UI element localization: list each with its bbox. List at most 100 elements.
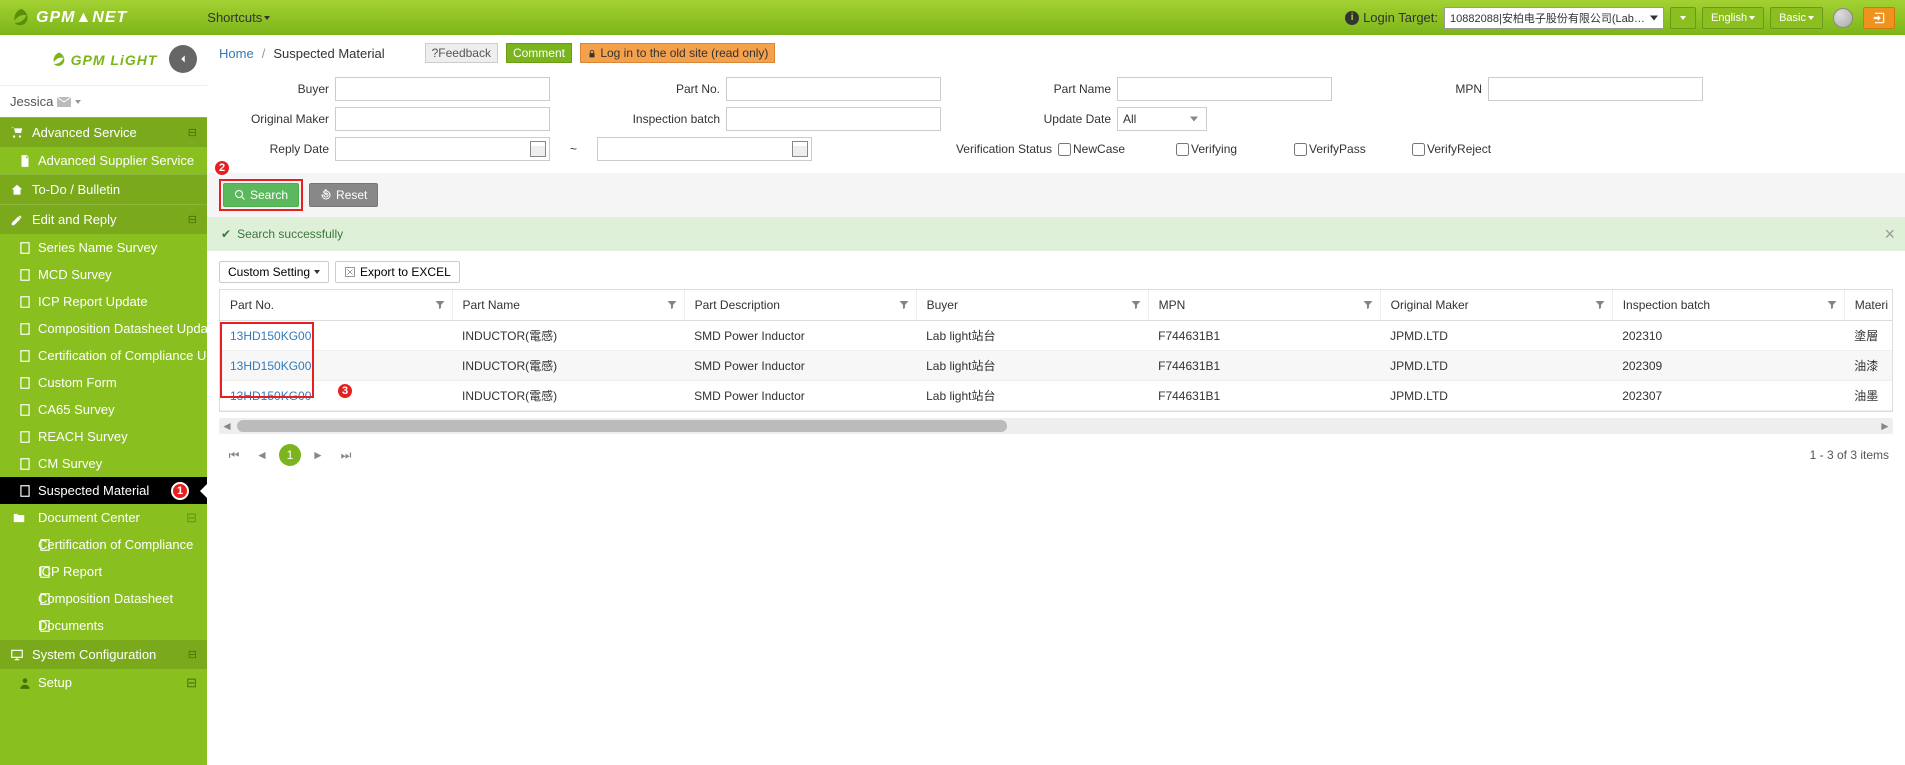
update-date-select[interactable]: All xyxy=(1117,107,1207,131)
sidebar-item-custom-form[interactable]: Custom Form xyxy=(0,369,207,396)
sidebar-section-advanced-service[interactable]: Advanced Service ⊟ xyxy=(0,117,207,147)
search-button[interactable]: Search xyxy=(223,183,299,207)
cell-original-maker: JPMD.LTD xyxy=(1380,381,1612,411)
col-buyer[interactable]: Buyer xyxy=(916,290,1148,321)
pager-next[interactable]: ► xyxy=(307,444,329,466)
target-confirm-button[interactable] xyxy=(1670,7,1696,29)
cell-part-name: INDUCTOR(電感) xyxy=(452,351,684,381)
sidebar-item-icp-update[interactable]: ICP Report Update xyxy=(0,288,207,315)
reply-date-from[interactable] xyxy=(335,137,550,161)
check-verifypass[interactable]: VerifyPass xyxy=(1294,142,1404,156)
sidebar-item-composition-datasheet[interactable]: Composition Datasheet xyxy=(0,585,207,612)
part-no-link[interactable]: 13HD150KG00 xyxy=(230,359,311,373)
part-no-link[interactable]: 13HD150KG00 xyxy=(230,389,311,403)
reply-date-to[interactable] xyxy=(597,137,812,161)
col-part-name[interactable]: Part Name xyxy=(452,290,684,321)
sidebar-section-todo[interactable]: To-Do / Bulletin xyxy=(0,174,207,204)
verification-status-checks: NewCase Verifying VerifyPass VerifyRejec… xyxy=(1058,142,1522,156)
col-mpn[interactable]: MPN xyxy=(1148,290,1380,321)
sidebar-item-ca65[interactable]: CA65 Survey xyxy=(0,396,207,423)
col-inspection-batch[interactable]: Inspection batch xyxy=(1612,290,1844,321)
sidebar-item-icp-report[interactable]: ICP Report xyxy=(0,558,207,585)
sidebar-item-composition-update[interactable]: Composition Datasheet Update xyxy=(0,315,207,342)
pager-first[interactable]: ⏮ xyxy=(223,444,245,466)
col-original-maker[interactable]: Original Maker xyxy=(1380,290,1612,321)
arrow-left-icon xyxy=(176,52,190,66)
part-no-input[interactable] xyxy=(726,77,941,101)
document-icon xyxy=(18,457,32,471)
breadcrumb: Home / Suspected Material ?Feedback Comm… xyxy=(207,35,1905,71)
sidebar-item-series-name[interactable]: Series Name Survey xyxy=(0,234,207,261)
theme-select[interactable]: Basic xyxy=(1770,7,1823,29)
part-name-input[interactable] xyxy=(1117,77,1332,101)
edit-icon xyxy=(10,213,24,227)
original-maker-input[interactable] xyxy=(335,107,550,131)
user-area[interactable]: Jessica xyxy=(0,85,207,117)
filter-icon[interactable] xyxy=(1362,299,1374,311)
sidebar-item-cm[interactable]: CM Survey xyxy=(0,450,207,477)
col-material[interactable]: Materi xyxy=(1844,290,1892,321)
close-icon[interactable]: × xyxy=(1884,224,1895,245)
filter-icon[interactable] xyxy=(1826,299,1838,311)
sidebar-section-system-config[interactable]: System Configuration ⊟ xyxy=(0,639,207,669)
check-newcase[interactable]: NewCase xyxy=(1058,142,1168,156)
custom-setting-button[interactable]: Custom Setting xyxy=(219,261,329,283)
filter-icon[interactable] xyxy=(434,299,446,311)
check-verifying[interactable]: Verifying xyxy=(1176,142,1286,156)
part-no-link[interactable]: 13HD150KG00 xyxy=(230,329,311,343)
inspection-batch-input[interactable] xyxy=(726,107,941,131)
old-site-button[interactable]: Log in to the old site (read only) xyxy=(580,43,775,63)
sidebar-item-documents[interactable]: Documents xyxy=(0,612,207,639)
collapse-icon: ⊟ xyxy=(188,126,197,139)
mpn-input[interactable] xyxy=(1488,77,1703,101)
logout-button[interactable] xyxy=(1863,7,1895,29)
sidebar-item-suspected-material[interactable]: Suspected Material 1 xyxy=(0,477,207,504)
pager-prev[interactable]: ◄ xyxy=(251,444,273,466)
cell-material: 油漆 xyxy=(1844,351,1892,381)
export-excel-button[interactable]: Export to EXCEL xyxy=(335,261,460,283)
pager-last[interactable]: ⏭ xyxy=(335,444,357,466)
shortcuts-dropdown[interactable]: Shortcuts xyxy=(207,10,270,25)
feedback-button[interactable]: ?Feedback xyxy=(425,43,498,63)
scroll-left-icon[interactable]: ◄ xyxy=(219,418,235,434)
filter-icon[interactable] xyxy=(1594,299,1606,311)
sidebar-item-mcd[interactable]: MCD Survey xyxy=(0,261,207,288)
sidebar-item-setup[interactable]: Setup ⊟ xyxy=(0,669,207,696)
sidebar-item-advanced-supplier[interactable]: Advanced Supplier Service xyxy=(0,147,207,174)
filter-icon[interactable] xyxy=(898,299,910,311)
sidebar-section-edit-reply[interactable]: Edit and Reply ⊟ xyxy=(0,204,207,234)
sidebar-item-cert-compliance-update[interactable]: Certification of Compliance Update xyxy=(0,342,207,369)
breadcrumb-home[interactable]: Home xyxy=(219,46,254,61)
col-part-description[interactable]: Part Description xyxy=(684,290,916,321)
sidebar-item-reach[interactable]: REACH Survey xyxy=(0,423,207,450)
scrollbar-thumb[interactable] xyxy=(237,420,1007,432)
sidebar-item-document-center[interactable]: Document Center ⊟ xyxy=(0,504,207,531)
login-target-select[interactable]: 10882088|安柏电子股份有限公司(Lab light... xyxy=(1444,7,1664,29)
col-part-no[interactable]: Part No. xyxy=(220,290,452,321)
filter-icon[interactable] xyxy=(1130,299,1142,311)
calendar-icon[interactable] xyxy=(530,141,546,157)
chevron-down-icon xyxy=(264,16,270,20)
cell-mpn: F744631B1 xyxy=(1148,351,1380,381)
pager-page-1[interactable]: 1 xyxy=(279,444,301,466)
chevron-down-icon xyxy=(314,270,320,274)
cell-material: 塗層 xyxy=(1844,321,1892,351)
filter-icon[interactable] xyxy=(666,299,678,311)
sidebar-back-button[interactable] xyxy=(169,45,197,73)
buyer-input[interactable] xyxy=(335,77,550,101)
comment-button[interactable]: Comment xyxy=(506,43,572,63)
topbar: GPM▲NET Shortcuts i Login Target: 108820… xyxy=(0,0,1905,35)
calendar-icon[interactable] xyxy=(792,141,808,157)
check-verifyreject[interactable]: VerifyReject xyxy=(1412,142,1522,156)
leaf-icon xyxy=(50,51,68,69)
globe-icon[interactable] xyxy=(1833,8,1853,28)
scroll-right-icon[interactable]: ► xyxy=(1877,418,1893,434)
leaf-icon xyxy=(10,7,32,29)
document-icon xyxy=(38,619,52,633)
horizontal-scrollbar[interactable]: ◄ ► xyxy=(219,418,1893,434)
cell-part-description: SMD Power Inductor xyxy=(684,321,916,351)
language-select[interactable]: English xyxy=(1702,7,1764,29)
reset-button[interactable]: Reset xyxy=(309,183,378,207)
sidebar-item-cert-compliance[interactable]: Certification of Compliance xyxy=(0,531,207,558)
document-icon xyxy=(18,349,32,363)
